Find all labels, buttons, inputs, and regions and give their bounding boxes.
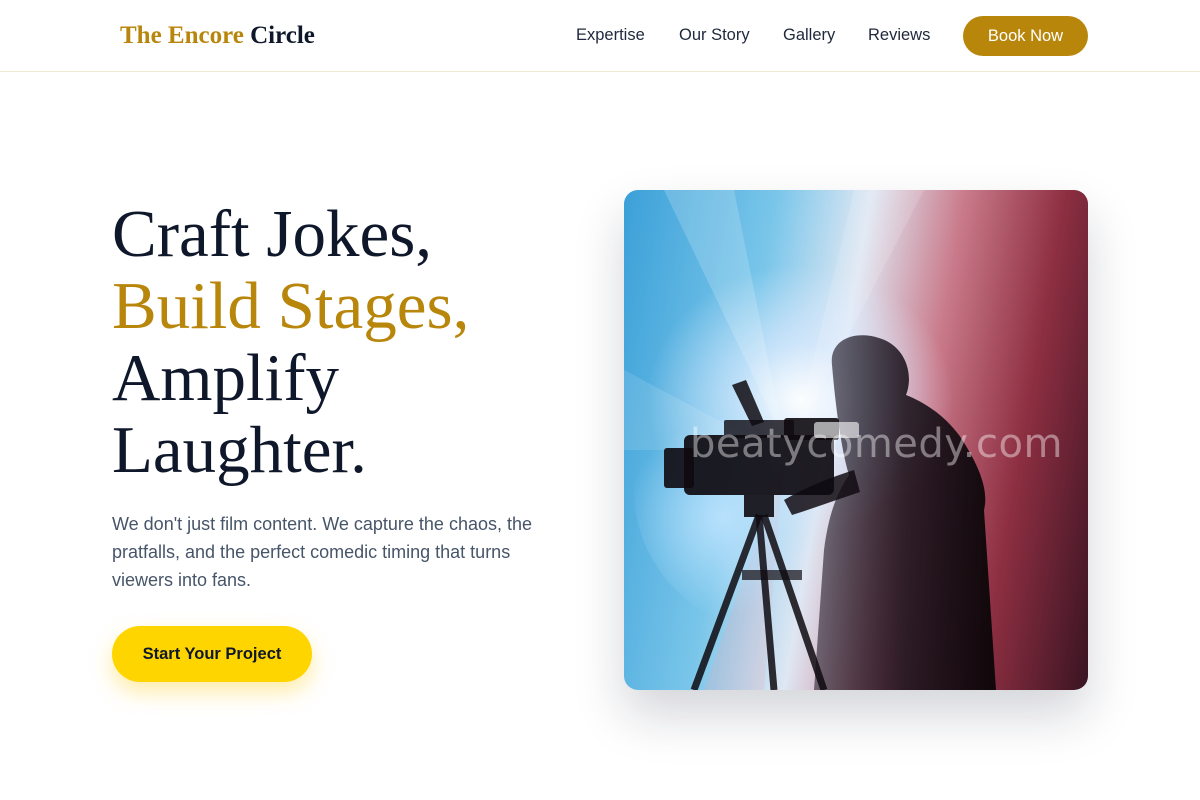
- hero-title-line-1: Craft Jokes,: [112, 197, 433, 271]
- hero-title-line-4: Laughter.: [112, 413, 367, 487]
- image-watermark: beatycomedy.com: [690, 421, 1063, 467]
- nav-link-our-story[interactable]: Our Story: [679, 24, 750, 46]
- hero-title-line-3: Amplify: [112, 341, 340, 415]
- book-now-button[interactable]: Book Now: [963, 16, 1088, 56]
- hero-title: Craft Jokes, Build Stages, Amplify Laugh…: [112, 198, 592, 486]
- nav-link-gallery[interactable]: Gallery: [783, 24, 835, 46]
- start-project-button[interactable]: Start Your Project: [112, 626, 312, 682]
- hero-title-line-2: Build Stages,: [112, 269, 470, 343]
- hero-image: beatycomedy.com: [624, 190, 1088, 690]
- nav-link-reviews[interactable]: Reviews: [868, 24, 930, 46]
- nav-link-expertise[interactable]: Expertise: [576, 24, 645, 46]
- site-header: The Encore Circle Expertise Our Story Ga…: [0, 0, 1200, 72]
- hero-description: We don't just film content. We capture t…: [112, 514, 532, 590]
